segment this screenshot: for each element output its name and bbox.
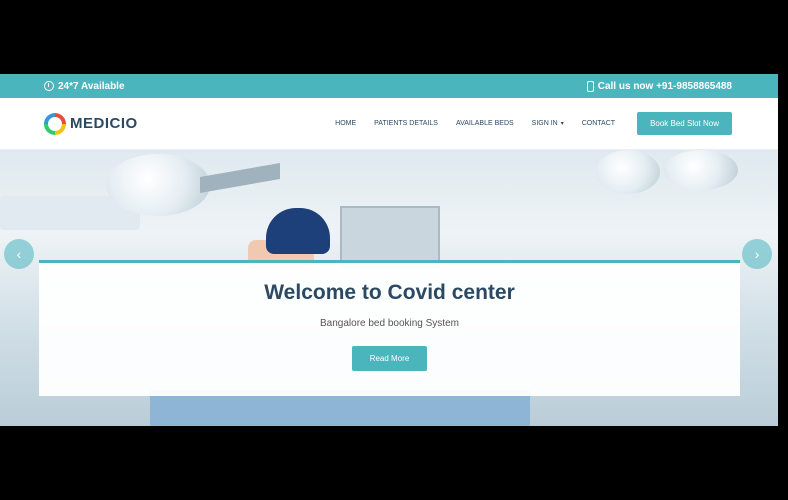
nav-item-available-beds[interactable]: AVAILABLE BEDS (456, 120, 514, 127)
phone-text[interactable]: Call us now +91-9858865488 (598, 81, 732, 92)
nav-item-sign-in[interactable]: SIGN IN ▾ (532, 120, 564, 127)
nav-menu: HOME PATIENTS DETAILS AVAILABLE BEDS SIG… (335, 120, 615, 127)
hero-slider: ‹ › Welcome to Covid center Bangalore be… (0, 150, 778, 426)
logo-ring-icon (44, 112, 66, 135)
nav-item-home[interactable]: HOME (335, 120, 356, 127)
website-frame: 24*7 Available Call us now +91-985886548… (0, 74, 778, 426)
availability-info: 24*7 Available (44, 81, 125, 92)
top-bar: 24*7 Available Call us now +91-985886548… (0, 74, 778, 98)
lamp-arm (200, 162, 280, 194)
surgical-lamp-right (596, 150, 660, 194)
availability-text: 24*7 Available (58, 80, 125, 92)
book-bed-slot-button[interactable]: Book Bed Slot Now (637, 112, 732, 135)
read-more-button[interactable]: Read More (351, 346, 428, 371)
surgical-lamp-left (106, 154, 210, 216)
hero-title: Welcome to Covid center (264, 281, 515, 304)
surgical-lamp-far-right (664, 150, 738, 190)
clock-icon (44, 81, 54, 91)
logo-text: MEDICIO (70, 115, 138, 132)
main-navbar: MEDICIO HOME PATIENTS DETAILS AVAILABLE … (0, 98, 778, 150)
nav-item-contact[interactable]: CONTACT (582, 120, 615, 127)
phone-icon (586, 80, 594, 92)
hero-caption-card: Welcome to Covid center Bangalore bed bo… (39, 260, 740, 396)
medical-equipment (340, 206, 440, 268)
nav-item-sign-in-label: SIGN IN (531, 120, 558, 127)
hero-subtitle: Bangalore bed booking System (320, 318, 459, 329)
logo[interactable]: MEDICIO (44, 112, 138, 135)
surgeon-cap (266, 208, 330, 254)
chevron-left-icon[interactable]: ‹ (4, 239, 34, 269)
chevron-right-icon[interactable]: › (742, 239, 772, 269)
phone-info[interactable]: Call us now +91-9858865488 (586, 80, 732, 92)
chevron-down-icon: ▾ (560, 121, 564, 127)
nav-item-patients-details[interactable]: PATIENTS DETAILS (374, 120, 438, 127)
